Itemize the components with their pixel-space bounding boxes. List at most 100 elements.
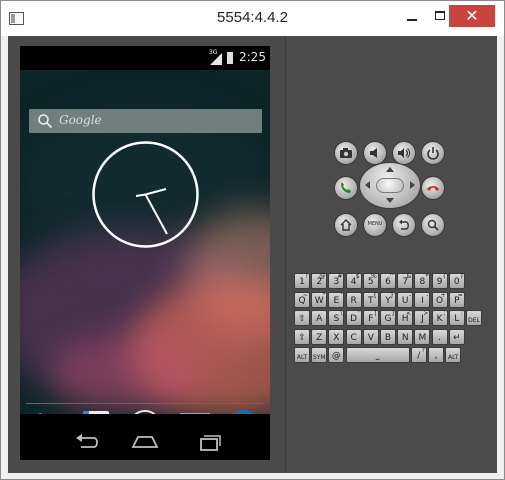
key-row5-6[interactable]: ALT — [445, 347, 462, 363]
key-row5-4[interactable]: /? — [410, 347, 427, 363]
key-row2-8[interactable]: O + — [431, 291, 448, 308]
key-row1-4[interactable]: 5% — [362, 273, 379, 289]
home-icon[interactable] — [130, 432, 160, 452]
analog-clock-widget[interactable] — [91, 140, 200, 249]
key-row4-6[interactable]: N — [397, 328, 414, 345]
key-row3-8[interactable]: K; — [431, 310, 448, 326]
key-row4-0[interactable]: ⇧ — [294, 328, 310, 345]
key-row3-7[interactable]: J > — [414, 310, 431, 326]
key-row4-5[interactable]: B — [380, 328, 396, 345]
key-row2-6[interactable]: U- — [397, 291, 414, 308]
key-row3-1[interactable]: A — [311, 310, 328, 326]
dpad-center-button[interactable] — [376, 178, 404, 193]
messaging-icon[interactable] — [177, 408, 213, 414]
key-row1-9[interactable]: 0) — [448, 273, 465, 289]
key-row2-0[interactable]: Q ~ — [294, 291, 310, 308]
key-row1-6[interactable]: 7 & — [397, 273, 414, 289]
camera-button[interactable] — [335, 142, 357, 164]
key-alt-label: & — [406, 273, 412, 280]
key-alt-label: " — [322, 291, 326, 299]
key-row4-2[interactable]: X — [328, 328, 345, 345]
key-row2-9[interactable]: P = — [448, 291, 465, 308]
key-alt-label: + — [440, 291, 446, 299]
volume-down-icon — [370, 148, 377, 158]
key-row3-10[interactable]: DEL — [466, 310, 482, 326]
back-icon[interactable] — [72, 432, 102, 452]
key-row1-0[interactable]: 1! — [294, 273, 310, 289]
browser-icon[interactable] — [225, 408, 261, 414]
key-row3-4[interactable]: F[ — [362, 310, 379, 326]
menu-button[interactable]: MENU — [364, 214, 386, 236]
key-row4-1[interactable]: Z — [311, 328, 328, 345]
key-row2-5[interactable]: Y} — [380, 291, 396, 308]
search-placeholder: Google — [59, 113, 102, 127]
dpad-up-icon[interactable] — [386, 167, 394, 172]
key-label: N — [401, 332, 409, 343]
key-row1-8[interactable]: 9( — [431, 273, 448, 289]
title-bar[interactable]: 5554:4.4.2 ✕ — [1, 1, 504, 36]
key-row3-6[interactable]: H < — [397, 310, 414, 326]
volume-up-button[interactable] — [393, 142, 415, 164]
key-row2-4[interactable]: T{ — [362, 291, 379, 308]
dpad-right-icon[interactable] — [410, 181, 415, 189]
end-call-button[interactable] — [422, 177, 444, 199]
key-label: X — [333, 332, 340, 343]
close-button[interactable]: ✕ — [449, 5, 495, 27]
dpad[interactable] — [360, 163, 420, 208]
search-button[interactable] — [422, 214, 444, 236]
dpad-left-icon[interactable] — [365, 181, 370, 189]
key-row4-7[interactable]: M — [414, 328, 431, 345]
key-alt-label: @ — [319, 273, 326, 280]
volume-up-icon — [398, 148, 411, 158]
key-row2-1[interactable]: W " — [311, 291, 328, 308]
key-row3-9[interactable]: L: — [448, 310, 465, 326]
key-alt-label: : — [460, 310, 463, 317]
apps-icon[interactable] — [127, 408, 163, 414]
recents-icon[interactable] — [194, 432, 224, 452]
key-row1-3[interactable]: 4 $ — [345, 273, 362, 289]
key-label: SYM — [312, 354, 326, 361]
key-row5-3[interactable]: ⎵ — [345, 347, 410, 363]
key-row4-9[interactable]: ↵ — [448, 328, 465, 345]
volume-down-button[interactable] — [364, 142, 386, 164]
minimize-button[interactable] — [399, 5, 425, 27]
key-row4-3[interactable]: C — [345, 328, 362, 345]
key-alt-label: \ — [340, 310, 343, 317]
key-row1-2[interactable]: 3 # — [328, 273, 345, 289]
key-row4-4[interactable]: V — [362, 328, 379, 345]
back-button[interactable] — [393, 214, 415, 236]
key-row5-2[interactable]: @ — [328, 347, 345, 363]
key-row4-8[interactable]: . — [431, 328, 448, 345]
key-label: . — [438, 332, 442, 343]
home-button[interactable] — [335, 214, 357, 236]
key-row3-0[interactable]: ⇧ — [294, 310, 310, 326]
key-row3-5[interactable]: G] — [380, 310, 396, 326]
key-row1-1[interactable]: 2 @ — [311, 273, 328, 289]
key-row2-3[interactable]: R — [345, 291, 362, 308]
key-row3-2[interactable]: S \ — [328, 310, 345, 326]
key-alt-label: ] — [391, 310, 394, 317]
call-button[interactable] — [335, 177, 357, 199]
key-row5-0[interactable]: ALT — [294, 347, 310, 363]
key-row2-2[interactable]: E ' — [328, 291, 345, 308]
key-alt-label: ) — [460, 273, 463, 280]
status-time: 2:25 — [239, 50, 266, 64]
contacts-icon[interactable] — [78, 408, 114, 414]
key-row1-7[interactable]: 8 * — [414, 273, 431, 289]
status-bar[interactable]: 3G 2:25 — [20, 46, 270, 70]
key-row5-5[interactable]: , — [428, 347, 444, 363]
menu-label: MENU — [367, 221, 383, 227]
phone-screen[interactable]: 3G 2:25 Google — [20, 46, 270, 460]
phone-icon[interactable] — [31, 408, 67, 414]
key-row5-1[interactable]: SYM — [311, 347, 328, 363]
key-row3-3[interactable]: D ' — [345, 310, 362, 326]
key-row1-5[interactable]: 6 ^ — [380, 273, 396, 289]
power-button[interactable] — [422, 142, 444, 164]
home-wallpaper[interactable]: Google — [20, 70, 270, 414]
key-alt-label: % — [371, 273, 377, 280]
google-search-bar[interactable]: Google — [29, 109, 262, 133]
key-row2-7[interactable]: I- — [414, 291, 431, 308]
key-alt-label: ' — [340, 291, 343, 299]
navigation-bar — [20, 424, 270, 460]
dpad-down-icon[interactable] — [386, 198, 394, 203]
